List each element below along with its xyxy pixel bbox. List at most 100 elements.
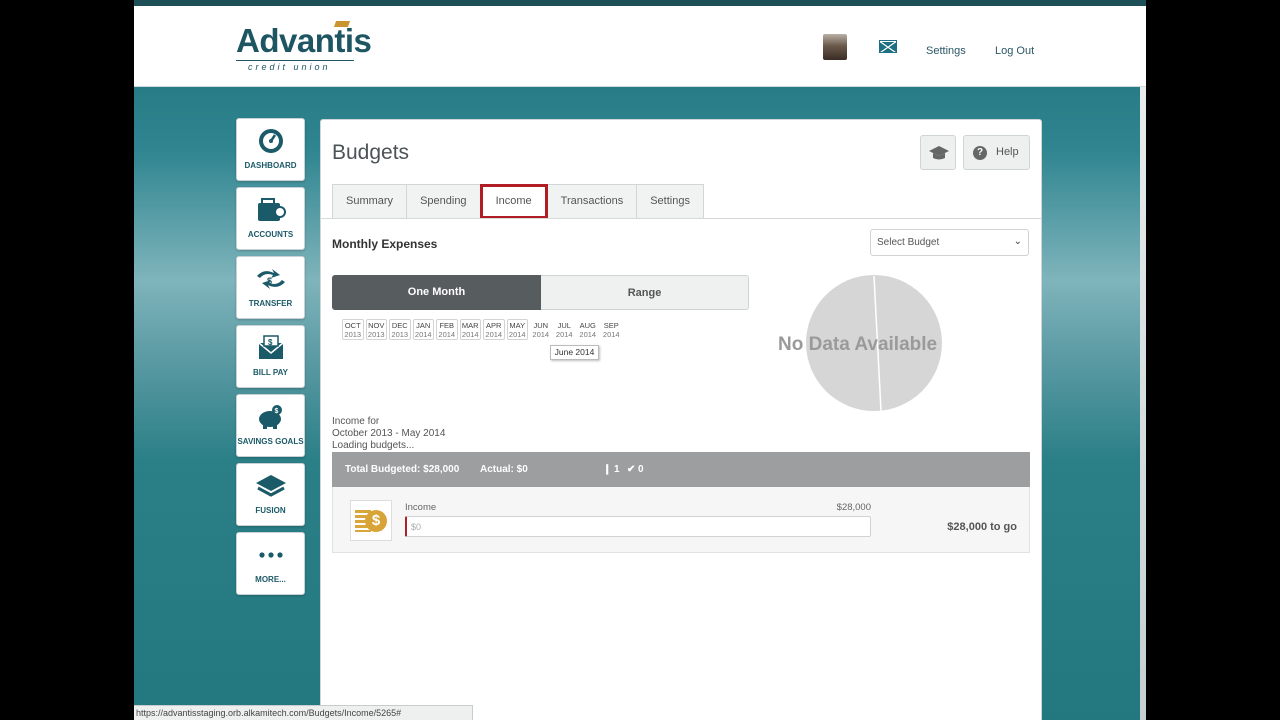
sidebar-item-transfer[interactable]: $ TRANSFER xyxy=(236,256,305,319)
month-chip-feb[interactable]: FEB 2014 xyxy=(436,319,458,340)
month-year: 2014 xyxy=(579,330,597,339)
month-year: 2014 xyxy=(461,330,479,339)
sidebar-item-accounts[interactable]: ACCOUNTS xyxy=(236,187,305,250)
user-avatar[interactable] xyxy=(823,34,847,60)
help-label: Help xyxy=(996,146,1019,158)
svg-text:$: $ xyxy=(268,338,273,347)
sidebar-item-more[interactable]: MORE... xyxy=(236,532,305,595)
budget-tabs: Summary Spending Income Transactions Set… xyxy=(332,184,704,219)
logo-rule xyxy=(236,60,354,61)
sidebar-item-fusion[interactable]: FUSION xyxy=(236,463,305,526)
logo-wordmark: Advantis xyxy=(236,22,372,59)
income-for-label: Income for xyxy=(332,416,380,427)
sidebar-item-label: ACCOUNTS xyxy=(247,230,294,239)
month-chip-apr[interactable]: APR 2014 xyxy=(483,319,505,340)
month-year: 2014 xyxy=(602,330,620,339)
month-name: APR xyxy=(486,321,502,330)
help-button[interactable]: ? Help xyxy=(963,135,1030,170)
month-chip-dec[interactable]: DEC 2013 xyxy=(389,319,411,340)
chevron-down-icon: ⌄ xyxy=(1013,236,1022,247)
ellipsis-icon xyxy=(256,542,286,574)
month-year: 2014 xyxy=(414,330,432,339)
month-chip-jan[interactable]: JAN 2014 xyxy=(412,319,434,340)
tab-transactions[interactable]: Transactions xyxy=(547,184,637,219)
logo-mortarboard-mark xyxy=(333,21,351,27)
check-count: 0 xyxy=(638,464,644,475)
month-name: OCT xyxy=(344,321,361,330)
logout-link[interactable]: Log Out xyxy=(995,45,1034,57)
tutorial-button[interactable] xyxy=(920,135,956,170)
month-chip-aug[interactable]: AUG 2014 xyxy=(577,319,599,340)
month-year: 2013 xyxy=(391,330,409,339)
sidebar-item-label: BILL PAY xyxy=(253,368,288,377)
month-name: SEP xyxy=(603,321,619,330)
row-progress-bar: $0 xyxy=(405,516,871,537)
tab-spending[interactable]: Spending xyxy=(406,184,480,219)
sidebar-item-dashboard[interactable]: DASHBOARD xyxy=(236,118,305,181)
row-label: Income xyxy=(405,502,437,513)
month-name: FEB xyxy=(439,321,455,330)
transfer-arrows-icon: $ xyxy=(254,266,288,298)
budget-row-income[interactable]: $ Income $28,000 $0 $28,000 to go xyxy=(332,487,1030,553)
wallet-icon xyxy=(256,197,286,229)
month-year: 2013 xyxy=(367,330,385,339)
month-name: JAN xyxy=(416,321,431,330)
month-chip-may[interactable]: MAY 2014 xyxy=(506,319,528,340)
month-chip-oct[interactable]: OCT 2013 xyxy=(342,319,364,340)
month-chip-sep[interactable]: SEP 2014 xyxy=(601,319,623,340)
no-data-label: No Data Available xyxy=(778,334,938,355)
browser-status-bar: https://advantisstaging.orb.alkamitech.c… xyxy=(134,705,473,720)
month-name: JUN xyxy=(533,321,549,330)
sidebar-item-savings-goals[interactable]: $ SAVINGS GOALS xyxy=(236,394,305,457)
svg-text:$: $ xyxy=(274,408,278,415)
alert-icon: ❙ xyxy=(603,464,612,475)
month-year: 2013 xyxy=(344,330,362,339)
tabs-divider xyxy=(321,218,1041,219)
coins-icon: $ xyxy=(350,500,392,541)
check-icon: ✔ xyxy=(627,464,636,475)
tab-income[interactable]: Income xyxy=(479,184,548,219)
one-month-toggle[interactable]: One Month xyxy=(332,275,541,310)
month-year: 2014 xyxy=(438,330,456,339)
sidebar-item-label: DASHBOARD xyxy=(244,161,297,170)
logo-subtitle: credit union xyxy=(248,62,331,72)
settings-link[interactable]: Settings xyxy=(926,45,966,57)
month-chip-nov[interactable]: NOV 2013 xyxy=(365,319,387,340)
mail-icon[interactable] xyxy=(879,40,897,53)
advantis-logo[interactable]: Advantis credit union xyxy=(236,21,372,72)
tab-settings[interactable]: Settings xyxy=(636,184,704,219)
svg-text:$: $ xyxy=(267,276,272,286)
budget-summary-bar: Total Budgeted: $28,000 Actual: $0 ❙ 1 ✔… xyxy=(332,452,1030,487)
income-for-range: October 2013 - May 2014 xyxy=(332,428,446,439)
sidebar-item-label: SAVINGS GOALS xyxy=(237,437,304,446)
row-budget-amount: $28,000 xyxy=(836,502,871,513)
row-remaining: $28,000 to go xyxy=(947,521,1017,533)
income-period-text: Income for October 2013 - May 2014 Loadi… xyxy=(332,416,445,452)
select-budget-dropdown[interactable]: Select Budget ⌄ xyxy=(870,229,1029,256)
total-budgeted: Total Budgeted: $28,000 xyxy=(345,464,460,475)
section-title: Monthly Expenses xyxy=(332,237,438,251)
budgets-panel: Budgets ? Help Summary Spending Income T… xyxy=(320,119,1042,720)
month-tooltip: June 2014 xyxy=(550,345,599,360)
graduation-cap-icon xyxy=(928,145,950,166)
month-name: NOV xyxy=(368,321,385,330)
site-header: Advantis credit union Settings Log Out xyxy=(134,6,1146,87)
month-name: MAY xyxy=(509,321,526,330)
month-chip-jun[interactable]: JUN 2014 xyxy=(530,319,552,340)
dashboard-gauge-icon xyxy=(258,128,284,160)
envelope-icon: $ xyxy=(256,335,286,367)
tab-summary[interactable]: Summary xyxy=(332,184,407,219)
row-actual-value: $0 xyxy=(411,522,422,532)
status-url: https://advantisstaging.orb.alkamitech.c… xyxy=(136,708,402,718)
month-name: AUG xyxy=(579,321,596,330)
dollar-coin-shape: $ xyxy=(365,510,387,532)
month-name: MAR xyxy=(461,321,479,330)
month-chip-mar[interactable]: MAR 2014 xyxy=(459,319,481,340)
month-year: 2014 xyxy=(508,330,526,339)
piggy-bank-icon: $ xyxy=(256,404,286,436)
range-toggle[interactable]: Range xyxy=(541,275,749,310)
month-chip-jul[interactable]: JUL 2014 xyxy=(554,319,576,340)
month-name: JUL xyxy=(557,321,571,330)
select-budget-value: Select Budget xyxy=(877,237,940,248)
sidebar-item-bill-pay[interactable]: $ BILL PAY xyxy=(236,325,305,388)
